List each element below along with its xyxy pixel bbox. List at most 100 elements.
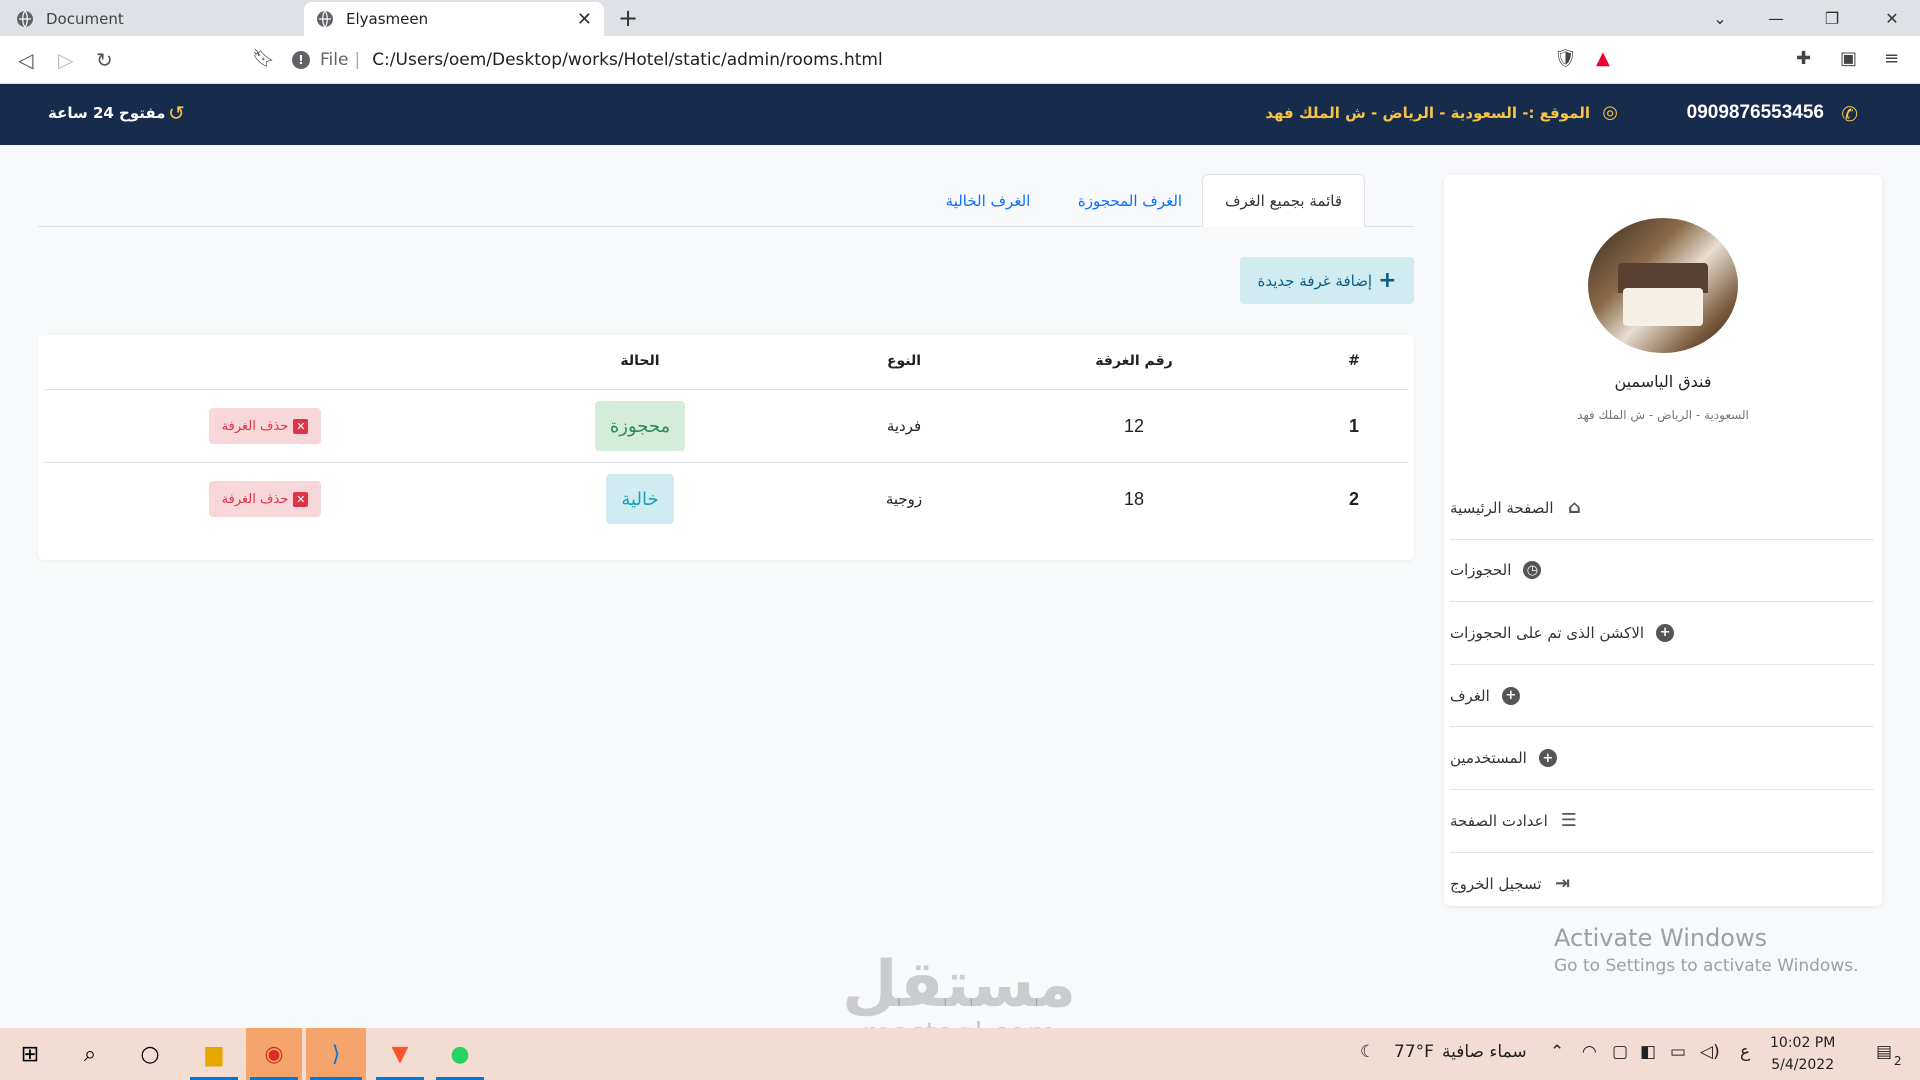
delete-room-label: حذف الغرفة [221, 491, 289, 507]
rooms-table: # رقم الغرفة النوع الحالة 1 12 فردية محج… [38, 335, 1414, 560]
network-icon[interactable]: ▢ [1612, 1042, 1628, 1062]
battery-icon[interactable]: ▭ [1670, 1042, 1686, 1062]
extensions-icon[interactable]: ✚ [1796, 48, 1811, 69]
vscode-icon[interactable]: ⟩ [306, 1028, 366, 1080]
sidebar: فندق الياسمين السعودية - الرياض - ش المل… [1444, 175, 1882, 906]
new-tab-icon[interactable]: + [618, 4, 638, 32]
hotel-avatar [1588, 218, 1738, 353]
table-row: 1 12 فردية محجوزة ✕ حذف الغرفة [44, 390, 1408, 463]
tab-booked-rooms[interactable]: الغرف المحجوزة [1060, 174, 1200, 227]
forward-icon[interactable]: ▷ [58, 48, 73, 72]
search-icon[interactable]: ⌕ [62, 1028, 118, 1080]
add-room-button[interactable]: + إضافة غرفة جديدة [1240, 257, 1414, 304]
whatsapp-icon[interactable]: ● [432, 1028, 488, 1080]
clock-icon: ◷ [1523, 561, 1542, 580]
sidebar-item-label: الغرف [1450, 686, 1490, 705]
header-type: النوع [886, 353, 922, 369]
browser-tab-elyasmeen[interactable]: Elyasmeen ✕ [304, 2, 604, 36]
tab-search-icon[interactable]: ⌄ [1692, 0, 1748, 36]
chevron-up-icon[interactable]: ⌃ [1550, 1042, 1564, 1062]
cortana-icon[interactable]: ○ [122, 1028, 178, 1080]
minimize-icon[interactable]: — [1748, 0, 1804, 36]
status-badge: محجوزة [594, 401, 686, 451]
delete-room-label: حذف الغرفة [221, 418, 289, 434]
weather-text: سماء صافية [1442, 1042, 1527, 1062]
volume-icon[interactable]: ◁) [1700, 1042, 1720, 1062]
notifications-icon[interactable]: ▤ [1876, 1042, 1892, 1062]
sidebar-item-label: المستخدمين [1450, 749, 1527, 768]
row-index: 1 [1348, 415, 1359, 436]
table-header: # رقم الغرفة النوع الحالة [44, 335, 1408, 390]
opening-hours: مفتوح 24 ساعة [48, 104, 166, 122]
reload-icon[interactable]: ↻ [96, 48, 113, 72]
clock[interactable]: 10:02 PM 5/4/2022 [1770, 1032, 1835, 1076]
activate-subtitle: Go to Settings to activate Windows. [1554, 956, 1859, 976]
file-explorer-icon[interactable]: ▆ [186, 1028, 242, 1080]
sidebar-item-label: تسجيل الخروج [1450, 874, 1542, 893]
delete-room-button[interactable]: ✕ حذف الغرفة [209, 408, 321, 444]
tab-all-rooms[interactable]: قائمة بجميع الغرف [1202, 174, 1365, 227]
bookmark-icon[interactable]: 🔖︎ [252, 48, 275, 69]
menu-icon: ☰ [1560, 810, 1577, 832]
row-index: 2 [1348, 488, 1359, 509]
notification-count: 2 [1894, 1054, 1902, 1068]
wallet-icon[interactable]: ▣ [1840, 48, 1857, 69]
sidebar-item-logout[interactable]: ⇥ تسجيل الخروج [1450, 853, 1874, 916]
wifi-icon[interactable]: ◠ [1582, 1042, 1597, 1062]
activate-windows-notice: Activate Windows Go to Settings to activ… [1554, 924, 1859, 976]
header-index: # [1348, 353, 1360, 369]
sidebar-item-label: اعدادت الصفحة [1450, 811, 1548, 830]
room-number: 18 [1123, 488, 1145, 509]
room-number: 12 [1123, 415, 1145, 436]
room-type: زوجية [885, 490, 923, 508]
windows-start-icon[interactable]: ⊞ [0, 1028, 60, 1080]
plus-circle-icon: + [1656, 623, 1675, 642]
site-topbar: ✆ 0909876553456 ◎ الموقع :- السعودية - ا… [0, 84, 1920, 145]
brave-rewards-icon[interactable]: ▲ [1596, 48, 1610, 69]
status-badge: خالية [606, 474, 674, 524]
sidebar-item-label: الحجوزات [1450, 561, 1512, 580]
browser-tab-document[interactable]: Document [0, 2, 300, 36]
sidebar-item-home[interactable]: ⌂ الصفحة الرئيسية [1450, 477, 1874, 540]
brave-icon[interactable]: ▼ [372, 1028, 428, 1080]
sidebar-item-rooms[interactable]: + الغرف [1450, 665, 1874, 728]
storage-icon[interactable]: ◧ [1640, 1042, 1656, 1062]
brave-shield-icon[interactable]: 🛡︎ [1554, 48, 1577, 69]
room-tabs: قائمة بجميع الغرف الغرف المحجوزة الغرف ا… [38, 174, 1414, 227]
sidebar-item-users[interactable]: + المستخدمين [1450, 727, 1874, 790]
hotel-address: السعودية - الرياض - ش الملك فهد [1577, 408, 1749, 422]
close-icon: ✕ [293, 418, 309, 434]
menu-dots-icon[interactable]: ≡ [1884, 48, 1899, 69]
location-icon: ◎ [1602, 102, 1618, 123]
file-label: File [320, 50, 349, 70]
sidebar-item-settings[interactable]: ☰ اعدادت الصفحة [1450, 790, 1874, 853]
sidebar-item-label: الاكشن الذى تم على الحجوزات [1450, 623, 1645, 642]
history-icon: ↺ [168, 101, 185, 125]
chrome-icon[interactable]: ◉ [246, 1028, 302, 1080]
restore-icon[interactable]: ❐ [1804, 0, 1860, 36]
tab-free-rooms[interactable]: الغرف الخالية [923, 174, 1053, 227]
location-text: الموقع :- السعودية - الرياض - ش الملك فه… [1265, 104, 1590, 122]
header-status: الحالة [620, 353, 660, 369]
close-tab-icon[interactable]: ✕ [577, 9, 592, 30]
browser-tab-strip: Document Elyasmeen ✕ + ⌄ — ❐ ✕ [0, 0, 1920, 36]
globe-icon [317, 10, 333, 28]
hotel-name: فندق الياسمين [1614, 372, 1712, 391]
browser-toolbar: ◁ ▷ ↻ 🔖︎ ! File | C:/Users/oem/Desktop/w… [0, 36, 1920, 84]
window-close-icon[interactable]: ✕ [1864, 0, 1920, 36]
sidebar-item-bookings[interactable]: ◷ الحجوزات [1450, 540, 1874, 603]
room-type: فردية [886, 417, 922, 435]
sidebar-item-label: الصفحة الرئيسية [1450, 498, 1554, 517]
plus-icon: + [1378, 268, 1397, 293]
info-icon[interactable]: ! [292, 51, 310, 69]
language-indicator[interactable]: ع [1740, 1042, 1750, 1062]
header-room-number: رقم الغرفة [1095, 353, 1173, 369]
date: 5/4/2022 [1771, 1057, 1835, 1073]
address-bar[interactable]: ! File | C:/Users/oem/Desktop/works/Hote… [292, 44, 1538, 76]
sidebar-item-booking-actions[interactable]: + الاكشن الذى تم على الحجوزات [1450, 602, 1874, 665]
back-icon[interactable]: ◁ [18, 48, 33, 72]
activate-title: Activate Windows [1554, 924, 1768, 952]
delete-room-button[interactable]: ✕ حذف الغرفة [209, 481, 321, 517]
logout-icon: ⇥ [1554, 873, 1571, 895]
plus-circle-icon: + [1538, 749, 1557, 768]
